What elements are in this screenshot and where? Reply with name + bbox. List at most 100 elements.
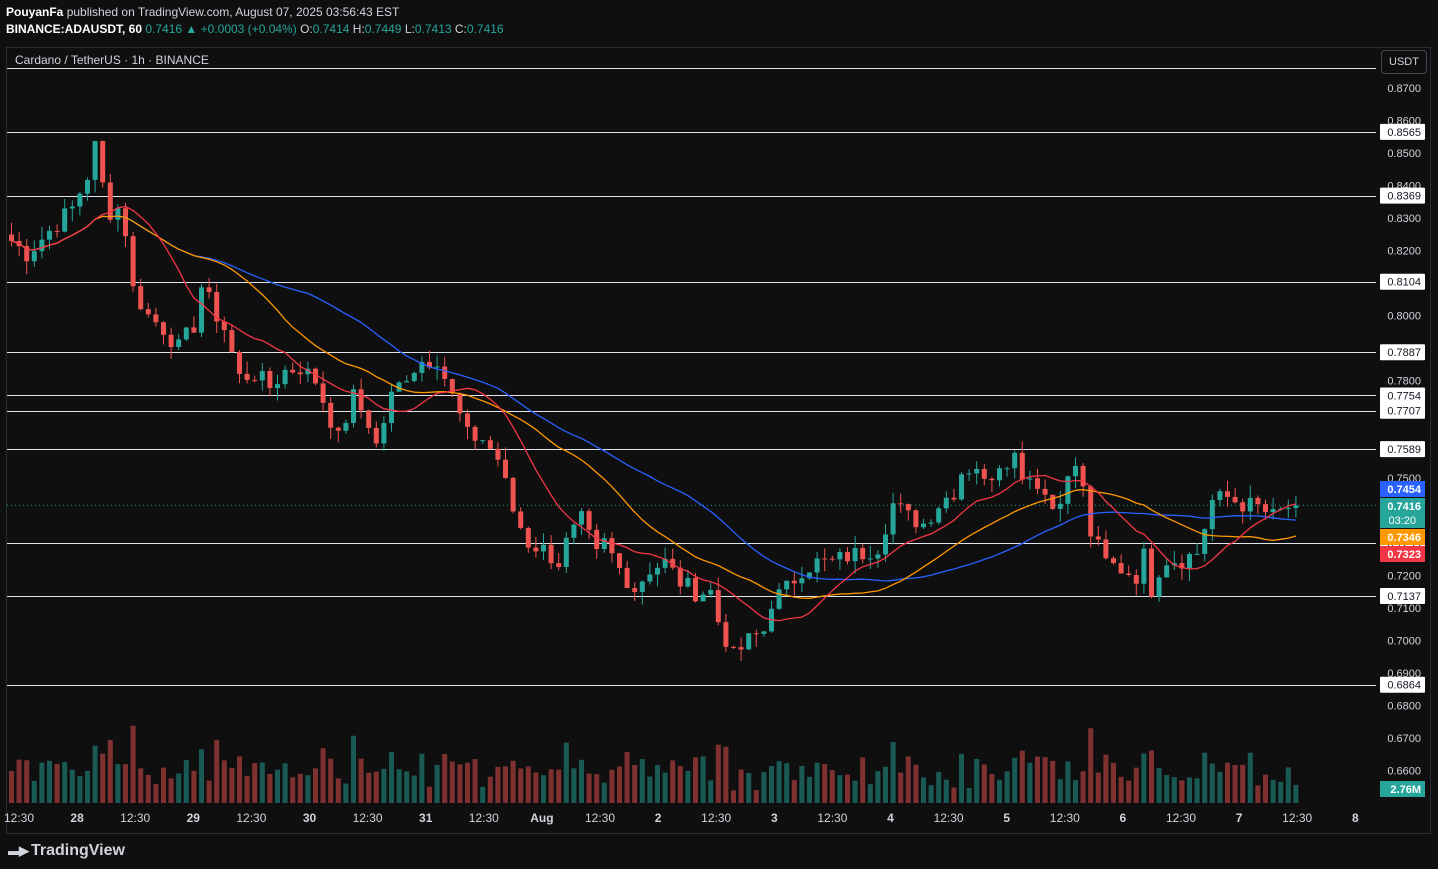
volume-bar bbox=[974, 758, 980, 803]
level-price-label: 0.7754 bbox=[1387, 390, 1421, 402]
volume-bar bbox=[1240, 764, 1246, 803]
candle-body bbox=[69, 206, 75, 209]
volume-bar bbox=[989, 774, 995, 803]
volume-bar bbox=[335, 778, 341, 803]
candle-body bbox=[890, 503, 896, 535]
candle-body bbox=[1088, 486, 1094, 537]
volume-bar bbox=[905, 756, 911, 803]
candle-body bbox=[138, 286, 144, 310]
volume-bar bbox=[1057, 779, 1063, 803]
volume-bar bbox=[609, 769, 615, 803]
volume-bar bbox=[510, 760, 516, 803]
candle-body bbox=[373, 427, 379, 444]
volume-bar bbox=[1225, 762, 1230, 803]
volume-bar bbox=[328, 758, 334, 803]
volume-bar bbox=[305, 775, 311, 803]
candle-body bbox=[837, 552, 843, 560]
candle-body bbox=[161, 322, 166, 335]
level-price-label: 0.6864 bbox=[1387, 680, 1421, 692]
candle-body bbox=[685, 577, 691, 587]
volume-bar bbox=[1247, 752, 1253, 803]
candle-body bbox=[389, 391, 394, 424]
volume-bar bbox=[1187, 777, 1192, 803]
candle-body bbox=[1042, 488, 1048, 495]
x-tick-label: 12:30 bbox=[817, 811, 847, 825]
price-tag-label: 0.7454 bbox=[1387, 484, 1422, 496]
candle-body bbox=[1073, 465, 1078, 477]
candle-body bbox=[1118, 563, 1124, 574]
x-tick-label: 12:30 bbox=[353, 811, 383, 825]
volume-bar bbox=[176, 773, 182, 803]
level-price-label: 0.8369 bbox=[1387, 191, 1421, 203]
volume-bar bbox=[381, 768, 387, 803]
candle-body bbox=[54, 230, 60, 232]
candle-body bbox=[617, 553, 622, 568]
x-tick-label: 12:30 bbox=[1050, 811, 1080, 825]
volume-bar bbox=[1080, 771, 1086, 803]
candle-body bbox=[1080, 465, 1086, 487]
candle-body bbox=[1217, 491, 1223, 500]
candle-body bbox=[761, 631, 767, 634]
volume-bar bbox=[959, 753, 964, 803]
candle-body bbox=[928, 522, 934, 524]
volume-bar bbox=[69, 769, 75, 803]
currency-button[interactable]: USDT bbox=[1381, 50, 1427, 74]
volume-bar bbox=[837, 775, 843, 803]
volume-bar bbox=[465, 762, 470, 803]
volume-bar bbox=[1202, 752, 1208, 803]
candle-body bbox=[533, 547, 539, 552]
candle-body bbox=[1126, 573, 1132, 575]
volume-bar bbox=[1217, 771, 1223, 803]
volume-bar bbox=[981, 764, 987, 803]
candle-body bbox=[31, 251, 37, 262]
candle-body bbox=[548, 544, 554, 564]
volume-bar bbox=[1111, 762, 1116, 803]
candle-body bbox=[100, 141, 106, 183]
volume-bar bbox=[1004, 771, 1010, 803]
candle-body bbox=[556, 563, 562, 567]
candle-body bbox=[267, 371, 273, 389]
volume-bar bbox=[936, 771, 942, 803]
candle-body bbox=[981, 468, 987, 479]
level-price-label: 0.8104 bbox=[1387, 277, 1421, 289]
volume-bar bbox=[153, 784, 159, 803]
volume-bar bbox=[275, 769, 280, 803]
price-chart[interactable]: 0.87000.86000.85000.84000.83000.82000.81… bbox=[0, 0, 1438, 869]
volume-bar bbox=[24, 760, 30, 803]
candle-body bbox=[1133, 574, 1139, 584]
volume-bar bbox=[563, 742, 569, 803]
volume-bar bbox=[601, 782, 607, 803]
candle-body bbox=[153, 314, 159, 323]
volume-bar bbox=[62, 762, 68, 803]
volume-bar bbox=[541, 775, 546, 803]
candle-body bbox=[867, 558, 873, 560]
x-tick-label: 6 bbox=[1120, 811, 1127, 825]
volume-bar bbox=[31, 780, 37, 803]
volume-bar bbox=[1126, 780, 1132, 803]
volume-bar bbox=[639, 759, 645, 803]
price-tag-label: 0.7346 bbox=[1387, 532, 1421, 544]
volume-bar bbox=[1285, 767, 1291, 803]
volume-bar bbox=[1263, 774, 1268, 803]
volume-bar bbox=[632, 765, 638, 803]
candle-body bbox=[700, 594, 706, 602]
y-tick-label: 0.7000 bbox=[1387, 636, 1421, 648]
volume-bar bbox=[1042, 757, 1048, 803]
candle-body bbox=[351, 389, 356, 423]
volume-bar bbox=[1171, 777, 1177, 803]
y-tick-label: 0.7800 bbox=[1387, 376, 1421, 388]
volume-bar bbox=[442, 754, 448, 803]
candle-body bbox=[989, 478, 995, 481]
volume-bar bbox=[123, 764, 128, 803]
candle-body bbox=[1050, 494, 1056, 509]
tradingview-logo[interactable]: ▬▶ TradingView bbox=[8, 842, 125, 860]
candle-body bbox=[845, 552, 850, 562]
volume-bar bbox=[776, 761, 782, 803]
volume-bar bbox=[404, 771, 410, 803]
volume-bar bbox=[85, 770, 90, 803]
candle-body bbox=[1004, 468, 1010, 470]
candle-body bbox=[442, 366, 448, 379]
volume-bar bbox=[9, 771, 14, 803]
x-tick-label: 4 bbox=[887, 811, 894, 825]
volume-bar bbox=[313, 768, 318, 803]
